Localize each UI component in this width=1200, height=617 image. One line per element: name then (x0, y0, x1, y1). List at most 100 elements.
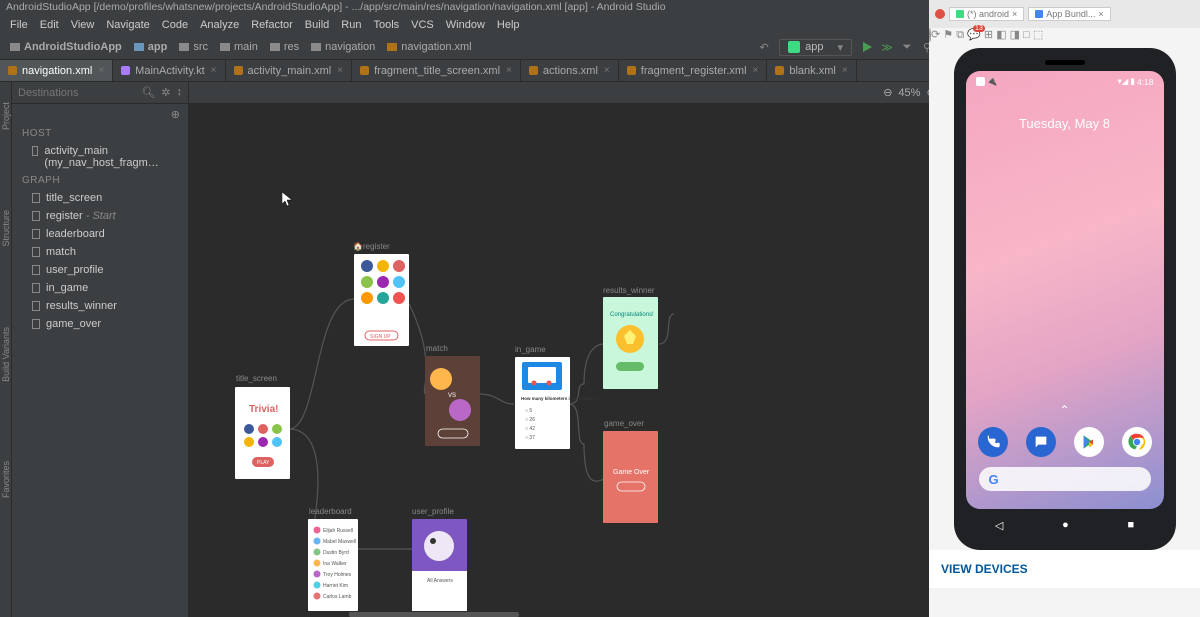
home-button[interactable]: ● (1062, 519, 1069, 531)
graph-item[interactable]: game_over (12, 315, 188, 333)
tool-icon[interactable]: □ (1023, 29, 1030, 41)
breadcrumb[interactable]: res (264, 41, 305, 53)
menu-code[interactable]: Code (156, 19, 194, 31)
toolwindow-buildvariants[interactable]: Build Variants (1, 327, 11, 382)
destination-icon (32, 283, 40, 293)
app-drawer-arrow[interactable]: ⌃ (1059, 403, 1069, 417)
destination-icon (32, 146, 38, 156)
google-search-bar[interactable]: G (979, 467, 1151, 491)
phone-app-icon[interactable] (978, 427, 1008, 457)
xml-icon (529, 66, 538, 75)
emu-tab[interactable]: App Bundl...× (1028, 7, 1110, 21)
tab-activitymain[interactable]: activity_main.xml× (226, 60, 353, 81)
breadcrumb[interactable]: navigation (305, 41, 381, 53)
device-screen[interactable]: 🔌 ▾◢▮4:18 Tuesday, May 8 ⌃ G (966, 71, 1164, 509)
graph-item[interactable]: results_winner (12, 297, 188, 315)
destination-icon (32, 319, 40, 329)
debug-icon[interactable]: ≫ (878, 38, 896, 56)
view-devices-link[interactable]: VIEW DEVICES (929, 550, 1200, 588)
profile-icon[interactable]: ⏷ (898, 38, 916, 56)
breadcrumb[interactable]: AndroidStudioApp (4, 41, 128, 53)
settings-icon[interactable]: ✲ (161, 86, 170, 99)
tool-icon[interactable]: ⟳ (931, 29, 940, 41)
destination-icon (32, 247, 40, 257)
tool-icon[interactable]: ⚑ (943, 29, 953, 41)
close-icon[interactable]: × (211, 65, 217, 76)
folder-icon (270, 43, 280, 51)
tool-icon[interactable]: ◧ (996, 29, 1006, 41)
search-icon[interactable]: 🔍︎ (141, 86, 155, 99)
svg-text:in_game: in_game (515, 345, 546, 354)
destinations-filter[interactable] (18, 87, 98, 99)
close-icon[interactable]: × (753, 65, 759, 76)
menu-view[interactable]: View (65, 19, 101, 31)
close-icon[interactable]: × (337, 65, 343, 76)
menu-refactor[interactable]: Refactor (245, 19, 299, 31)
tool-icon[interactable]: ⧉ (956, 29, 964, 41)
menu-run[interactable]: Run (335, 19, 367, 31)
tool-icon[interactable]: ◨ (1010, 29, 1020, 41)
close-icon[interactable]: × (98, 65, 104, 76)
svg-text:game_over: game_over (604, 419, 644, 428)
graph-item[interactable]: in_game (12, 279, 188, 297)
breadcrumb[interactable]: main (214, 41, 264, 53)
emu-tab[interactable]: (*) android× (949, 7, 1024, 21)
sort-icon[interactable]: ↕ (177, 86, 183, 99)
graph-item[interactable]: register - Start (12, 207, 188, 225)
run-button[interactable] (858, 38, 876, 56)
close-icon[interactable]: × (842, 65, 848, 76)
graph-item[interactable]: user_profile (12, 261, 188, 279)
messages-app-icon[interactable] (1026, 427, 1056, 457)
destination-icon (32, 193, 40, 203)
tool-icon[interactable]: ⬚ (1033, 29, 1043, 41)
back-button[interactable]: ◁ (995, 519, 1003, 532)
menu-tools[interactable]: Tools (367, 19, 405, 31)
menu-window[interactable]: Window (440, 19, 491, 31)
close-dot[interactable] (935, 9, 945, 19)
xml-icon (234, 66, 243, 75)
close-icon[interactable]: × (1098, 9, 1103, 19)
menu-vcs[interactable]: VCS (405, 19, 440, 31)
graph-item[interactable]: leaderboard (12, 225, 188, 243)
clock: 4:18 (1137, 77, 1154, 87)
menu-file[interactable]: File (4, 19, 34, 31)
close-icon[interactable]: × (506, 65, 512, 76)
nav-canvas[interactable]: ⊖ 45% ⊕ ◎ | ❶ 🏠 register (189, 82, 982, 617)
tab-mainactivity[interactable]: MainActivity.kt× (113, 60, 225, 81)
host-item[interactable]: activity_main (my_nav_host_fragm… (12, 142, 188, 172)
tab-blank[interactable]: blank.xml× (767, 60, 856, 81)
graph-item[interactable]: title_screen (12, 189, 188, 207)
menu-help[interactable]: Help (491, 19, 526, 31)
menu-analyze[interactable]: Analyze (194, 19, 245, 31)
breadcrumb[interactable]: app (128, 41, 174, 53)
tab-navigation[interactable]: navigation.xml× (0, 60, 113, 81)
toolwindow-structure[interactable]: Structure (1, 210, 11, 247)
menu-edit[interactable]: Edit (34, 19, 65, 31)
tab-titlescreen[interactable]: fragment_title_screen.xml× (352, 60, 521, 81)
toolwindow-project[interactable]: Project (1, 102, 11, 130)
menu-navigate[interactable]: Navigate (100, 19, 155, 31)
tab-actions[interactable]: actions.xml× (521, 60, 619, 81)
tool-icon[interactable]: 💬13 (967, 29, 981, 41)
back-icon[interactable]: ↶ (755, 38, 773, 56)
recents-button[interactable]: ■ (1127, 519, 1134, 531)
breadcrumb[interactable]: navigation.xml (381, 41, 477, 53)
close-icon[interactable]: × (604, 65, 610, 76)
toolwindow-favorites[interactable]: Favorites (1, 461, 11, 498)
close-icon[interactable]: × (1012, 9, 1017, 19)
left-toolwindow-bar: Project Structure Build Variants Favorit… (0, 82, 12, 617)
menu-build[interactable]: Build (299, 19, 335, 31)
tool-icon[interactable]: ⊞ (984, 29, 993, 41)
xml-icon (8, 66, 17, 75)
chrome-app-icon[interactable] (1122, 427, 1152, 457)
zoom-out-icon[interactable]: ⊖ (883, 86, 892, 99)
run-config-selector[interactable]: app▾ (779, 39, 852, 56)
playstore-app-icon[interactable] (1074, 427, 1104, 457)
svg-text:Mabel Maxwell: Mabel Maxwell (323, 539, 356, 545)
breadcrumb[interactable]: src (173, 41, 214, 53)
battery-icon: ▮ (1130, 76, 1135, 87)
tab-register[interactable]: fragment_register.xml× (619, 60, 768, 81)
add-destination-icon[interactable]: ⊕ (171, 108, 180, 121)
title-text: AndroidStudioApp [/demo/profiles/whatsne… (6, 0, 666, 15)
graph-item[interactable]: match (12, 243, 188, 261)
